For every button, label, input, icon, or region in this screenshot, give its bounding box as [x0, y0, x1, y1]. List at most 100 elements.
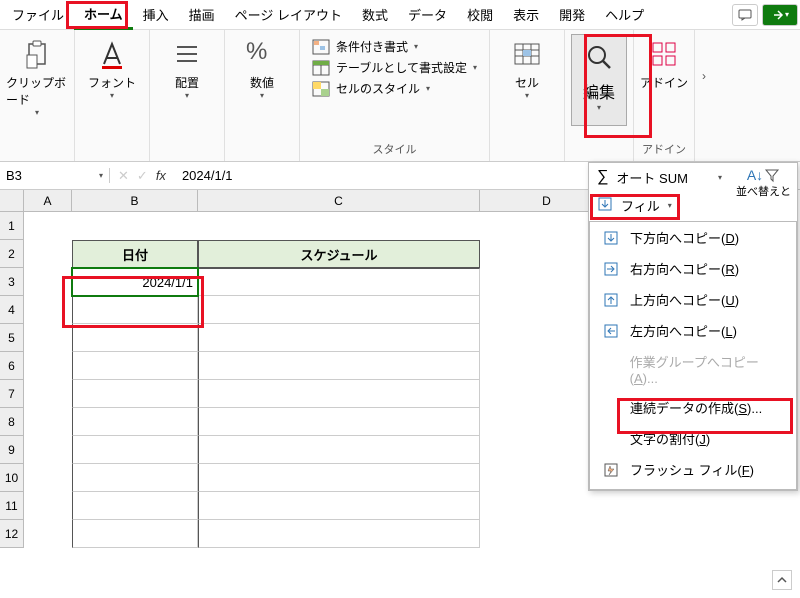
- alignment-button[interactable]: 配置 ▾: [156, 34, 218, 104]
- cell-c8[interactable]: [198, 408, 480, 436]
- conditional-formatting-button[interactable]: 条件付き書式 ▾: [312, 38, 477, 55]
- cell-b11[interactable]: [72, 492, 198, 520]
- fill-button[interactable]: フィル ▾: [589, 191, 730, 219]
- menu-draw[interactable]: 描画: [179, 1, 225, 28]
- menu-data[interactable]: データ: [398, 1, 457, 28]
- fill-flash-label: フラッシュ フィル(: [630, 463, 742, 478]
- menu-home[interactable]: ホーム: [74, 0, 133, 30]
- cell-c11[interactable]: [198, 492, 480, 520]
- font-button[interactable]: フォント ▾: [81, 34, 143, 104]
- cell-c6[interactable]: [198, 352, 480, 380]
- menu-review[interactable]: 校閲: [457, 1, 503, 28]
- chevron-down-icon: ▾: [99, 171, 103, 180]
- row-header[interactable]: 8: [0, 408, 24, 436]
- addins-button[interactable]: アドイン: [640, 34, 688, 95]
- cell-c5[interactable]: [198, 324, 480, 352]
- col-header-a[interactable]: A: [24, 190, 72, 212]
- ribbon-more-button[interactable]: ›: [695, 30, 713, 122]
- cell-styles-button[interactable]: セルのスタイル ▾: [312, 80, 477, 97]
- addins-group-label: アドイン: [642, 139, 686, 159]
- ribbon: クリップボード ▾ フォント ▾ 配置 ▾ % 数値 ▾ 条件付き書式 ▾: [0, 30, 800, 162]
- fill-right-item[interactable]: 右方向へコピー(R): [590, 253, 796, 284]
- cell-b8[interactable]: [72, 408, 198, 436]
- share-button[interactable]: ▾: [762, 4, 798, 26]
- chevron-down-icon: ▾: [597, 103, 601, 112]
- number-button[interactable]: % 数値 ▾: [231, 34, 293, 104]
- cell-b5[interactable]: [72, 324, 198, 352]
- menu-file[interactable]: ファイル: [2, 1, 74, 28]
- cell-c2[interactable]: スケジュール: [198, 240, 480, 268]
- menu-page-layout[interactable]: ページ レイアウト: [225, 1, 352, 28]
- fill-up-key: U: [725, 293, 734, 308]
- select-all-corner[interactable]: [0, 190, 24, 212]
- formula-value: 2024/1/1: [182, 168, 233, 183]
- fill-across-key: A: [634, 371, 643, 386]
- cell-b10[interactable]: [72, 464, 198, 492]
- sigma-icon: ∑: [597, 168, 608, 186]
- menu-developer[interactable]: 開発: [549, 1, 595, 28]
- format-as-table-label: テーブルとして書式設定: [336, 59, 467, 76]
- fill-down-key: D: [725, 231, 734, 246]
- cell-b4[interactable]: [72, 296, 198, 324]
- chevron-down-icon: ▾: [35, 108, 39, 117]
- row-header[interactable]: 12: [0, 520, 24, 548]
- cell-b2[interactable]: 日付: [72, 240, 198, 268]
- row-header[interactable]: 3: [0, 268, 24, 296]
- font-label: フォント: [88, 74, 136, 91]
- comments-button[interactable]: [732, 4, 758, 26]
- ribbon-group-editing: 編集 ▾: [565, 30, 634, 161]
- row-header[interactable]: 5: [0, 324, 24, 352]
- chevron-down-icon: ▾: [718, 173, 722, 182]
- cancel-icon[interactable]: ✕: [118, 168, 129, 184]
- cell-b6[interactable]: [72, 352, 198, 380]
- cell-b9[interactable]: [72, 436, 198, 464]
- fill-justify-item[interactable]: 文字の割付(J): [590, 423, 796, 454]
- alignment-label: 配置: [175, 74, 199, 91]
- cell-c4[interactable]: [198, 296, 480, 324]
- fill-left-item[interactable]: 左方向へコピー(L): [590, 315, 796, 346]
- fill-down-item[interactable]: 下方向へコピー(D): [590, 222, 796, 253]
- row-header[interactable]: 10: [0, 464, 24, 492]
- row-header[interactable]: 1: [0, 212, 24, 240]
- enter-icon[interactable]: ✓: [137, 168, 148, 184]
- cell-styles-icon: [312, 81, 330, 97]
- cell-c12[interactable]: [198, 520, 480, 548]
- fill-series-label: 連続データの作成(: [630, 401, 738, 416]
- editing-button[interactable]: 編集 ▾: [571, 34, 627, 126]
- fill-series-item[interactable]: 連続データの作成(S)...: [590, 392, 796, 423]
- fill-flash-key: F: [742, 463, 750, 478]
- row-header[interactable]: 7: [0, 380, 24, 408]
- cell-c3[interactable]: [198, 268, 480, 296]
- fill-flash-item[interactable]: フラッシュ フィル(F): [590, 454, 796, 485]
- col-header-c[interactable]: C: [198, 190, 480, 212]
- sort-filter-button[interactable]: A↓ 並べ替えと: [730, 163, 797, 199]
- cell-c10[interactable]: [198, 464, 480, 492]
- ribbon-group-font: フォント ▾: [75, 30, 150, 161]
- clipboard-button[interactable]: クリップボード ▾: [6, 34, 68, 121]
- cell-b3[interactable]: 2024/1/1: [72, 268, 198, 296]
- fill-up-item[interactable]: 上方向へコピー(U): [590, 284, 796, 315]
- row-header[interactable]: 4: [0, 296, 24, 324]
- fill-down-icon: [597, 196, 613, 215]
- format-as-table-button[interactable]: テーブルとして書式設定 ▾: [312, 59, 477, 76]
- cell-b7[interactable]: [72, 380, 198, 408]
- menu-help[interactable]: ヘルプ: [595, 1, 654, 28]
- row-header[interactable]: 2: [0, 240, 24, 268]
- fx-icon[interactable]: fx: [156, 168, 166, 184]
- cell-c7[interactable]: [198, 380, 480, 408]
- col-header-b[interactable]: B: [72, 190, 198, 212]
- row-header[interactable]: 11: [0, 492, 24, 520]
- row-header[interactable]: 6: [0, 352, 24, 380]
- row-headers: 1 2 3 4 5 6 7 8 9 10 11 12: [0, 212, 24, 548]
- fill-label: フィル: [621, 196, 660, 215]
- cells-button[interactable]: セル ▾: [496, 34, 558, 104]
- menu-insert[interactable]: 挿入: [133, 1, 179, 28]
- row-header[interactable]: 9: [0, 436, 24, 464]
- cell-b12[interactable]: [72, 520, 198, 548]
- arrow-left-icon: [602, 322, 620, 340]
- menu-view[interactable]: 表示: [503, 1, 549, 28]
- name-box[interactable]: B3 ▾: [0, 168, 110, 183]
- menu-formulas[interactable]: 数式: [352, 1, 398, 28]
- autosum-button[interactable]: ∑ オート SUM ▾: [589, 163, 730, 191]
- cell-c9[interactable]: [198, 436, 480, 464]
